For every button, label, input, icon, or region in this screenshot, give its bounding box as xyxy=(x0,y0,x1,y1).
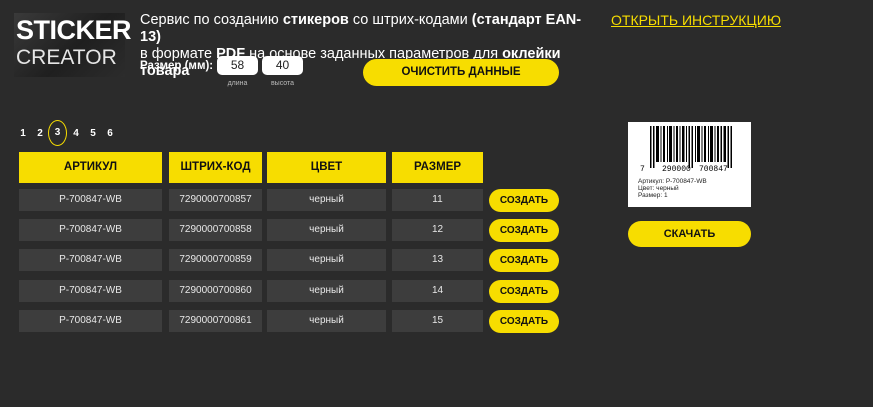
row-5-size: 15 xyxy=(392,310,483,332)
row-2-sku: P-700847-WB xyxy=(19,219,162,241)
row-1-sku: P-700847-WB xyxy=(19,189,162,211)
row-1-barcode: 7290000700857 xyxy=(169,189,262,211)
barcode-digit-first: 7 xyxy=(640,165,645,174)
row-1-create-button[interactable]: СОЗДАТЬ xyxy=(489,189,559,212)
row-5-create-button[interactable]: СОЗДАТЬ xyxy=(489,310,559,333)
logo: STICKER CREATOR xyxy=(14,13,132,77)
height-input[interactable]: 40 xyxy=(262,56,303,75)
row-2-size: 12 xyxy=(392,219,483,241)
row-2-color: черный xyxy=(267,219,386,241)
row-4-barcode: 7290000700860 xyxy=(169,280,262,302)
row-1-color: черный xyxy=(267,189,386,211)
row-3-create-button[interactable]: СОЗДАТЬ xyxy=(489,249,559,272)
row-5-color: черный xyxy=(267,310,386,332)
header-color: ЦВЕТ xyxy=(267,152,386,183)
preview-size: Размер: 1 xyxy=(638,192,668,199)
barcode-image xyxy=(650,126,732,168)
page-2[interactable]: 2 xyxy=(30,124,50,144)
logo-line2: CREATOR xyxy=(16,46,117,69)
row-4-size: 14 xyxy=(392,280,483,302)
length-input[interactable]: 58 xyxy=(217,56,258,75)
header-sku: АРТИКУЛ xyxy=(19,152,162,183)
row-5-sku: P-700847-WB xyxy=(19,310,162,332)
open-instruction-link[interactable]: ОТКРЫТЬ ИНСТРУКЦИЮ xyxy=(611,12,781,28)
row-2-create-button[interactable]: СОЗДАТЬ xyxy=(489,219,559,242)
row-2-barcode: 7290000700858 xyxy=(169,219,262,241)
row-3-sku: P-700847-WB xyxy=(19,249,162,271)
header-barcode: ШТРИХ-КОД xyxy=(169,152,262,183)
barcode-digits-left: 290000 xyxy=(662,165,691,174)
row-4-color: черный xyxy=(267,280,386,302)
row-4-create-button[interactable]: СОЗДАТЬ xyxy=(489,280,559,303)
barcode-digits-right: 700847 xyxy=(699,165,728,174)
row-1-size: 11 xyxy=(392,189,483,211)
height-caption: высота xyxy=(270,80,295,87)
row-3-color: черный xyxy=(267,249,386,271)
row-3-size: 13 xyxy=(392,249,483,271)
row-5-barcode: 7290000700861 xyxy=(169,310,262,332)
clear-data-button[interactable]: ОЧИСТИТЬ ДАННЫЕ xyxy=(363,59,559,86)
page-3-active[interactable]: 3 xyxy=(48,120,67,146)
download-button[interactable]: СКАЧАТЬ xyxy=(628,221,751,247)
size-label: Размер (мм): xyxy=(140,60,214,72)
header-size: РАЗМЕР xyxy=(392,152,483,183)
length-caption: длина xyxy=(227,80,248,87)
logo-line1: STICKER xyxy=(16,15,132,45)
page-6[interactable]: 6 xyxy=(100,124,120,144)
sticker-preview: 7 290000 700847 Артикул: P-700847-WB Цве… xyxy=(628,122,751,207)
row-3-barcode: 7290000700859 xyxy=(169,249,262,271)
row-4-sku: P-700847-WB xyxy=(19,280,162,302)
